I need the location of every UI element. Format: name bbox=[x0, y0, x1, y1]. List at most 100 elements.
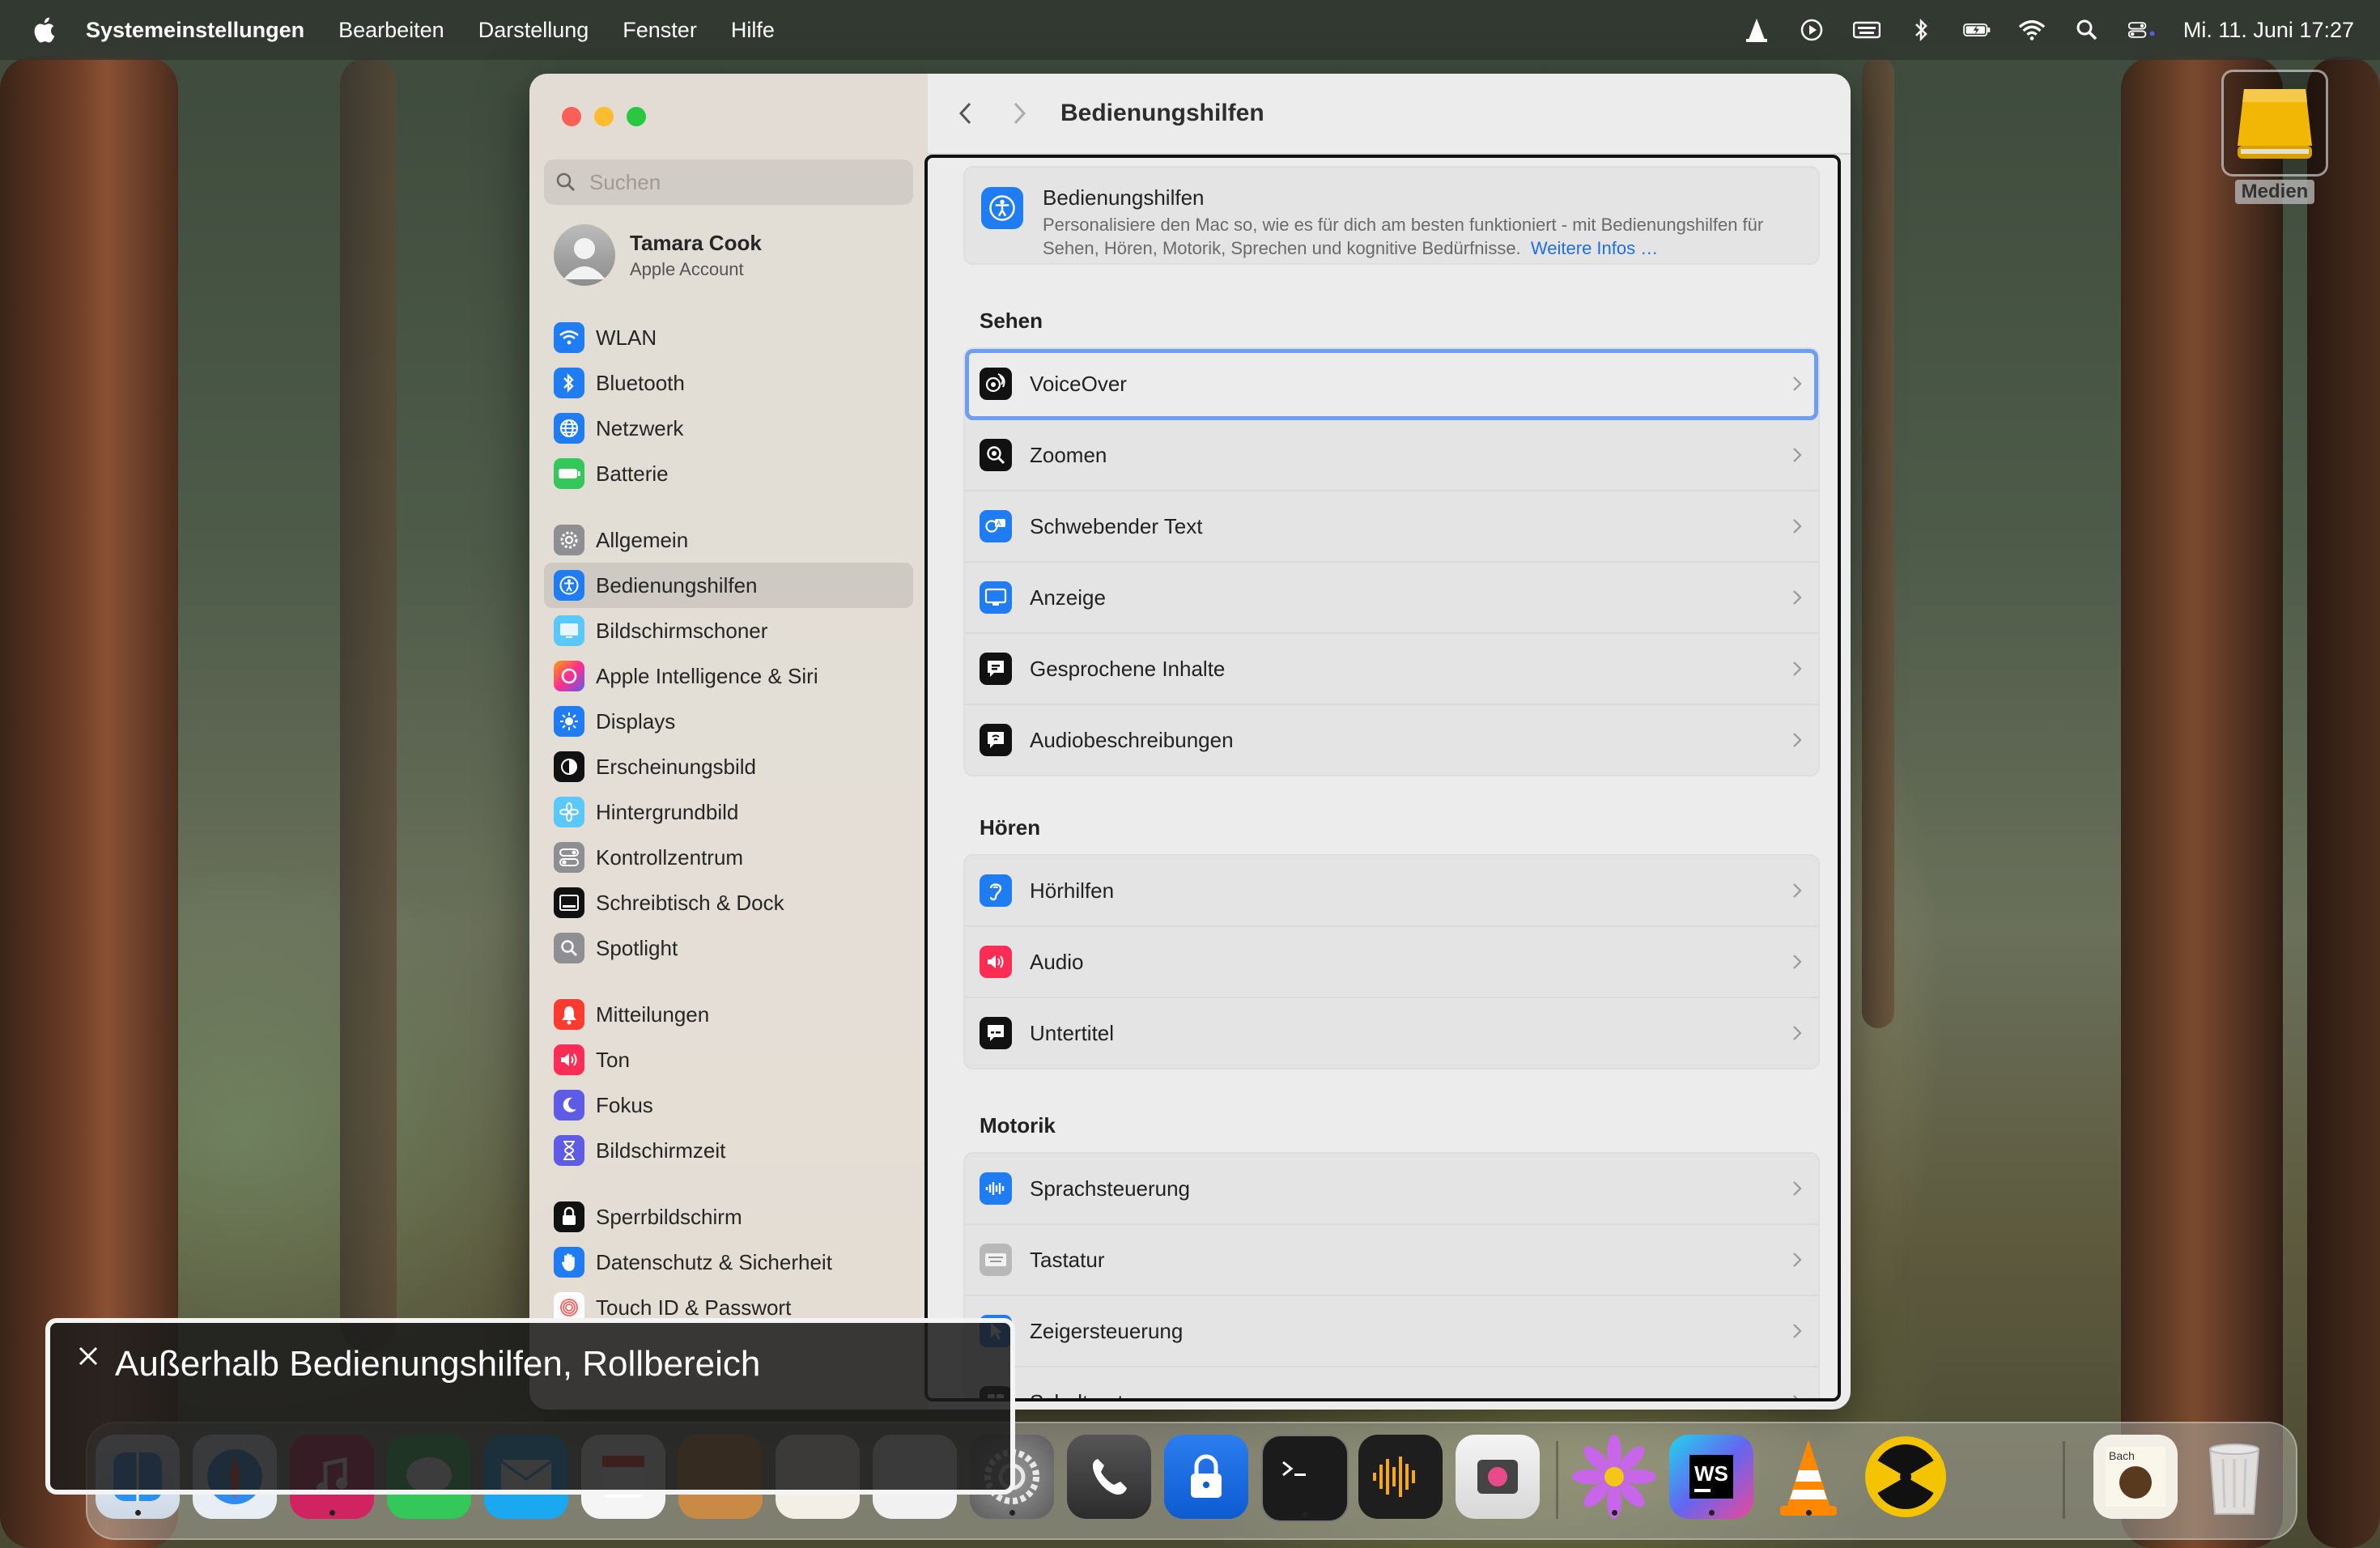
bluetooth-status-icon[interactable] bbox=[1908, 16, 1936, 44]
menu-darstellung[interactable]: Darstellung bbox=[478, 18, 589, 43]
row-audiobeschreibungen[interactable]: Audiobeschreibungen bbox=[965, 705, 1818, 775]
sidebar-item-label: Mitteilungen bbox=[596, 1002, 710, 1027]
minimize-window-button[interactable] bbox=[594, 107, 614, 126]
sidebar: Tamara Cook Apple Account WLAN Bluetooth… bbox=[529, 74, 928, 1410]
sidebar-item-bildschirmzeit[interactable]: Bildschirmzeit bbox=[544, 1128, 913, 1173]
sidebar-item-label: Bildschirmzeit bbox=[596, 1138, 726, 1163]
row-label: Audiobeschreibungen bbox=[1030, 727, 1234, 752]
dock-terminal-icon[interactable] bbox=[1261, 1435, 1349, 1522]
sidebar-item-bluetooth[interactable]: Bluetooth bbox=[544, 360, 913, 406]
sidebar-item-netzwerk[interactable]: Netzwerk bbox=[544, 406, 913, 451]
dock-webstorm-icon[interactable]: WS bbox=[1669, 1435, 1753, 1519]
play-status-icon[interactable] bbox=[1798, 16, 1825, 44]
row-hoerhilfen[interactable]: Hörhilfen bbox=[965, 856, 1818, 927]
running-indicator bbox=[134, 1510, 141, 1516]
row-schwebender-text[interactable]: A Schwebender Text bbox=[965, 491, 1818, 563]
spotlight-search-icon[interactable] bbox=[2073, 16, 2101, 44]
dock-passwords-icon[interactable] bbox=[1164, 1435, 1248, 1519]
wifi-status-icon[interactable] bbox=[2018, 16, 2046, 44]
dock-document-stack-icon[interactable]: Bach bbox=[2093, 1435, 2178, 1519]
keyboard-status-icon[interactable] bbox=[1852, 16, 1881, 44]
chevron-right-icon bbox=[1789, 729, 1805, 751]
row-zeigersteuerung[interactable]: Zeigersteuerung bbox=[965, 1296, 1818, 1367]
vlc-status-icon[interactable] bbox=[1743, 16, 1770, 44]
account-name: Tamara Cook bbox=[630, 230, 762, 255]
sidebar-item-apple-intelligence[interactable]: Apple Intelligence & Siri bbox=[544, 653, 913, 699]
forward-button[interactable] bbox=[1004, 97, 1036, 130]
menu-app-name[interactable]: Systemeinstellungen bbox=[86, 18, 304, 43]
row-audio[interactable]: Audio bbox=[965, 927, 1818, 998]
chevron-right-icon bbox=[1789, 951, 1805, 972]
apple-account[interactable]: Tamara Cook Apple Account bbox=[554, 224, 762, 286]
sidebar-item-hintergrundbild[interactable]: Hintergrundbild bbox=[544, 789, 913, 835]
account-subtitle: Apple Account bbox=[630, 258, 744, 279]
running-indicator bbox=[1805, 1510, 1812, 1516]
sidebar-item-ton[interactable]: Ton bbox=[544, 1037, 913, 1082]
row-label: Schaltersteuerung bbox=[1030, 1390, 1201, 1399]
toolbar: Bedienungshilfen bbox=[928, 74, 1851, 153]
sidebar-item-fokus[interactable]: Fokus bbox=[544, 1082, 913, 1128]
sidebar-item-schreibtisch-dock[interactable]: Schreibtisch & Dock bbox=[544, 880, 913, 925]
sidebar-item-sperrbildschirm[interactable]: Sperrbildschirm bbox=[544, 1194, 913, 1240]
dock-phone-icon[interactable] bbox=[1067, 1435, 1151, 1519]
voiceover-caption-panel: Außerhalb Bedienungshilfen, Rollbereich bbox=[45, 1318, 1015, 1495]
dock-vlc-icon[interactable] bbox=[1766, 1435, 1851, 1519]
lock-icon bbox=[554, 1201, 584, 1232]
wifi-icon bbox=[554, 322, 584, 353]
dock-audio-app-icon[interactable] bbox=[1358, 1435, 1443, 1519]
sidebar-item-batterie[interactable]: Batterie bbox=[544, 451, 913, 496]
battery-icon bbox=[554, 458, 584, 489]
sidebar-item-spotlight[interactable]: Spotlight bbox=[544, 925, 913, 971]
row-gesprochene-inhalte[interactable]: Gesprochene Inhalte bbox=[965, 634, 1818, 705]
dock-final-cut-icon[interactable] bbox=[1456, 1435, 1540, 1519]
zoom-window-button[interactable] bbox=[627, 107, 646, 126]
sidebar-item-erscheinungsbild[interactable]: Erscheinungsbild bbox=[544, 744, 913, 789]
battery-status-icon[interactable] bbox=[1963, 16, 1991, 44]
row-untertitel[interactable]: Untertitel bbox=[965, 998, 1818, 1068]
sidebar-item-wlan[interactable]: WLAN bbox=[544, 315, 913, 360]
row-schaltersteuerung[interactable]: Schaltersteuerung bbox=[965, 1367, 1818, 1399]
back-button[interactable] bbox=[949, 97, 981, 130]
sidebar-item-mitteilungen[interactable]: Mitteilungen bbox=[544, 992, 913, 1037]
dock-radiation-app-icon[interactable] bbox=[1864, 1435, 1948, 1519]
close-window-button[interactable] bbox=[562, 107, 581, 126]
sidebar-item-bedienungshilfen[interactable]: Bedienungshilfen bbox=[544, 563, 913, 608]
dock-flower-app-icon[interactable] bbox=[1572, 1435, 1656, 1519]
sidebar-item-datenschutz[interactable]: Datenschutz & Sicherheit bbox=[544, 1240, 913, 1285]
menu-bearbeiten[interactable]: Bearbeiten bbox=[338, 18, 444, 43]
menu-fenster[interactable]: Fenster bbox=[623, 18, 697, 43]
row-tastatur[interactable]: Tastatur bbox=[965, 1225, 1818, 1296]
row-zoomen[interactable]: Zoomen bbox=[965, 420, 1818, 491]
row-voiceover[interactable]: VoiceOver bbox=[965, 349, 1818, 420]
sidebar-item-label: Schreibtisch & Dock bbox=[596, 890, 784, 915]
search-input[interactable] bbox=[588, 168, 899, 196]
sidebar-item-kontrollzentrum[interactable]: Kontrollzentrum bbox=[544, 835, 913, 880]
search-icon bbox=[555, 170, 580, 194]
row-sprachsteuerung[interactable]: Sprachsteuerung bbox=[965, 1154, 1818, 1225]
sidebar-item-displays[interactable]: Displays bbox=[544, 699, 913, 744]
tree-trunk bbox=[340, 57, 397, 1352]
menu-hilfe[interactable]: Hilfe bbox=[731, 18, 775, 43]
chevron-right-icon bbox=[1789, 1249, 1805, 1270]
spoken-content-icon bbox=[980, 653, 1012, 685]
sidebar-item-label: Bluetooth bbox=[596, 370, 685, 395]
magnifier-icon bbox=[554, 933, 584, 963]
dock-separator bbox=[1556, 1441, 1558, 1519]
control-center-icon[interactable] bbox=[2127, 16, 2156, 44]
desktop-drive[interactable]: Medien bbox=[2220, 70, 2330, 204]
sun-icon bbox=[554, 706, 584, 737]
apple-menu-icon[interactable] bbox=[29, 15, 58, 45]
running-indicator bbox=[1611, 1510, 1617, 1516]
more-info-link[interactable]: Weitere Infos … bbox=[1531, 238, 1658, 258]
flower-icon bbox=[554, 797, 584, 827]
chevron-right-icon bbox=[1789, 1320, 1805, 1342]
close-icon[interactable] bbox=[74, 1342, 102, 1370]
row-anzeige[interactable]: Anzeige bbox=[965, 563, 1818, 634]
scroll-area[interactable]: Bedienungshilfen Personalisiere den Mac … bbox=[924, 155, 1841, 1401]
menu-clock[interactable]: Mi. 11. Juni 17:27 bbox=[2183, 18, 2354, 43]
sidebar-item-allgemein[interactable]: Allgemein bbox=[544, 517, 913, 563]
sidebar-list: WLAN Bluetooth Netzwerk Batterie Allgeme… bbox=[544, 315, 913, 1330]
dock-trash-icon[interactable] bbox=[2192, 1435, 2276, 1519]
sidebar-item-bildschirmschoner[interactable]: Bildschirmschoner bbox=[544, 608, 913, 653]
sidebar-item-label: Displays bbox=[596, 708, 676, 734]
